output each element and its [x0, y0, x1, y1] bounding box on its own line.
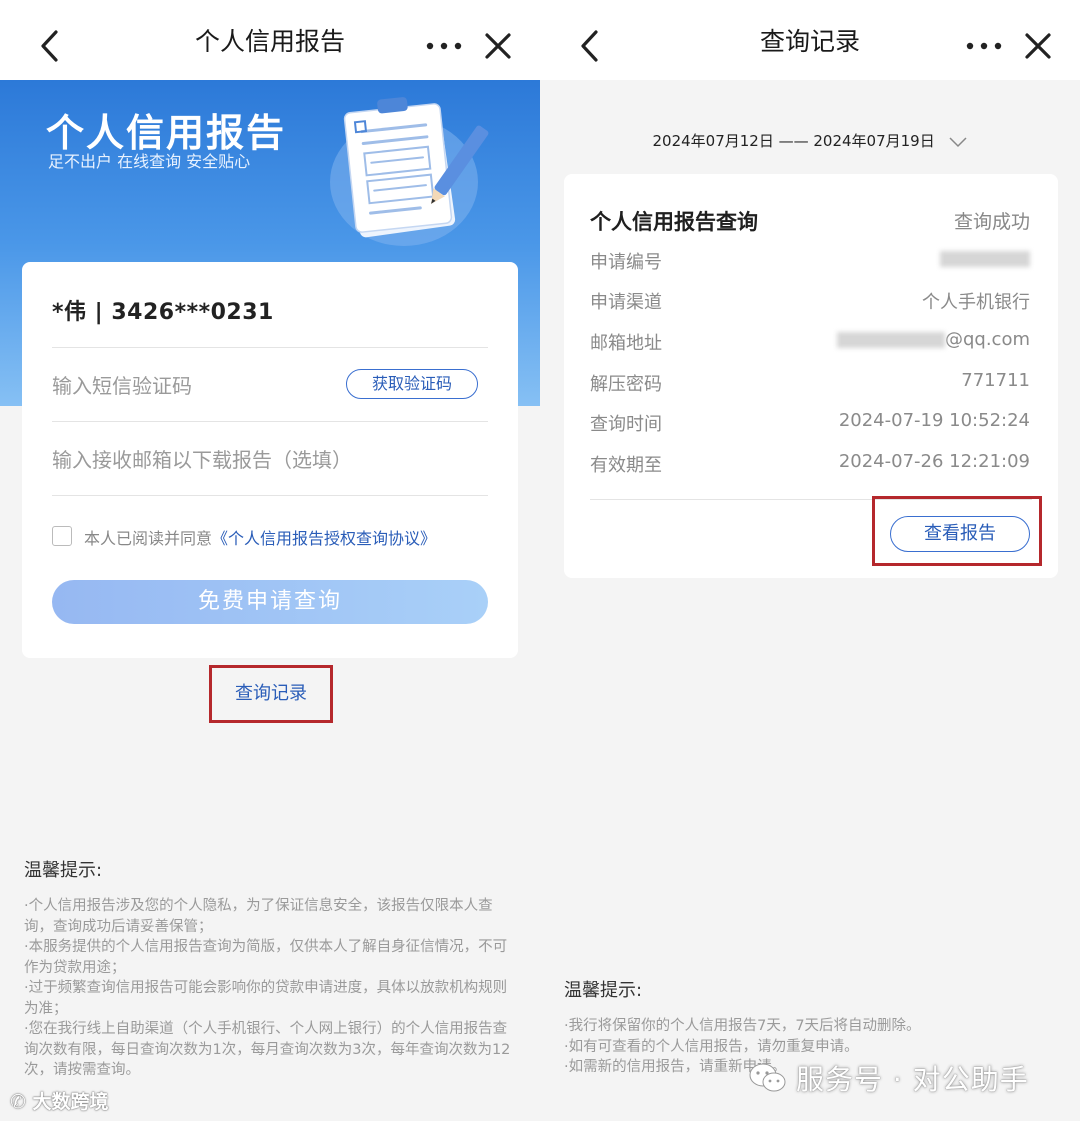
hero-subtitle: 足不出户 在线查询 安全贴心 — [48, 152, 251, 171]
highlight-box — [872, 496, 1042, 566]
row-label: 解压密码 — [590, 374, 662, 395]
watermark-logo-icon: ✆ — [10, 1091, 26, 1113]
agreement-text: 本人已阅读并同意《个人信用报告授权查询协议》 — [84, 525, 436, 549]
tip-item: ·您在我行线上自助渠道（个人手机银行、个人网上银行）的个人信用报告查询次数有限，… — [24, 1021, 511, 1078]
apply-query-button[interactable]: 免费申请查询 — [52, 580, 488, 624]
redacted-value — [836, 332, 945, 348]
row-value: 771711 — [961, 370, 1030, 391]
watermark-text: 服务号 · 对公助手 — [796, 1063, 1029, 1096]
record-row-email: 邮箱地址 @qq.com — [590, 329, 1030, 359]
row-label: 邮箱地址 — [590, 333, 662, 354]
tips-section: 温馨提示: ·个人信用报告涉及您的个人隐私，为了保证信息安全，该报告仅限本人查询… — [24, 856, 520, 1081]
row-value: @qq.com — [836, 329, 1030, 350]
row-label: 申请编号 — [590, 252, 662, 273]
record-row-valid-until: 有效期至 2024-07-26 12:21:09 — [590, 451, 1030, 481]
nav-bar: 查询记录 — [540, 0, 1080, 80]
close-icon[interactable] — [1022, 30, 1054, 62]
wechat-icon — [749, 1063, 786, 1092]
tip-item: ·本服务提供的个人信用报告查询为简版，仅供本人了解自身征信情况，不可作为贷款用途… — [24, 939, 508, 976]
tips-title: 温馨提示: — [24, 860, 103, 881]
row-value: 2024-07-19 10:52:24 — [838, 410, 1030, 431]
record-row-password: 解压密码 771711 — [590, 370, 1030, 400]
tip-item: ·个人信用报告涉及您的个人隐私，为了保证信息安全，该报告仅限本人查询，查询成功后… — [24, 898, 493, 935]
record-row-channel: 申请渠道 个人手机银行 — [590, 288, 1030, 318]
tip-item: ·过于频繁查询信用报告可能会影响你的贷款申请进度，具体以放款机构规则为准； — [24, 980, 508, 1017]
row-value: 2024-07-26 12:21:09 — [838, 451, 1030, 472]
user-identity: *伟 | 3426***0231 — [52, 300, 274, 325]
divider — [52, 421, 488, 422]
row-label: 申请渠道 — [590, 292, 662, 313]
record-row-application-no: 申请编号 — [590, 248, 1030, 278]
redacted-value — [940, 251, 1030, 267]
record-title: 个人信用报告查询 — [590, 210, 758, 234]
get-code-button[interactable]: 获取验证码 — [346, 369, 478, 399]
record-row-query-time: 查询时间 2024-07-19 10:52:24 — [590, 410, 1030, 440]
row-label: 有效期至 — [590, 455, 662, 476]
row-label: 查询时间 — [590, 414, 662, 435]
sms-code-input[interactable]: 输入短信验证码 — [52, 370, 192, 399]
email-input[interactable]: 输入接收邮箱以下载报告（选填） — [52, 444, 352, 473]
tips-title: 温馨提示: — [564, 980, 643, 1001]
row-value — [940, 248, 1030, 269]
tips-list: ·个人信用报告涉及您的个人隐私，为了保证信息安全，该报告仅限本人查询，查询成功后… — [24, 896, 520, 1081]
chevron-down-icon — [948, 136, 967, 147]
agreement-prefix: 本人已阅读并同意 — [84, 529, 213, 548]
watermark: ✆ 大数跨境 — [10, 1087, 109, 1114]
divider — [52, 495, 488, 496]
credit-report-panel: 个人信用报告 个人信用报告 足不出户 在线查询 安全贴心 *伟 | 3426**… — [0, 0, 540, 1121]
row-value: 个人手机银行 — [922, 292, 1030, 313]
query-form-card: *伟 | 3426***0231 输入短信验证码 获取验证码 输入接收邮箱以下载… — [22, 262, 518, 658]
clipboard-illustration — [330, 97, 489, 246]
watermark-text: 大数跨境 — [32, 1091, 109, 1113]
more-icon[interactable] — [964, 34, 1004, 58]
close-icon[interactable] — [482, 30, 514, 62]
status-badge: 查询成功 — [953, 211, 1030, 233]
nav-bar: 个人信用报告 — [0, 0, 540, 80]
agreement-link[interactable]: 《个人信用报告授权查询协议》 — [212, 529, 436, 548]
tip-item: ·我行将保留你的个人信用报告7天，7天后将自动删除。 — [564, 1018, 921, 1034]
more-icon[interactable] — [424, 34, 464, 58]
date-range-selector[interactable]: 2024年07月12日 —— 2024年07月19日 — [540, 130, 1080, 151]
email-domain: @qq.com — [944, 329, 1030, 350]
agree-checkbox[interactable] — [52, 526, 72, 546]
tip-item: ·如有可查看的个人信用报告，请勿重复申请。 — [564, 1038, 859, 1055]
date-range-text: 2024年07月12日 —— 2024年07月19日 — [652, 132, 935, 150]
query-record-link[interactable]: 查询记录 — [209, 665, 333, 723]
divider — [52, 347, 488, 348]
